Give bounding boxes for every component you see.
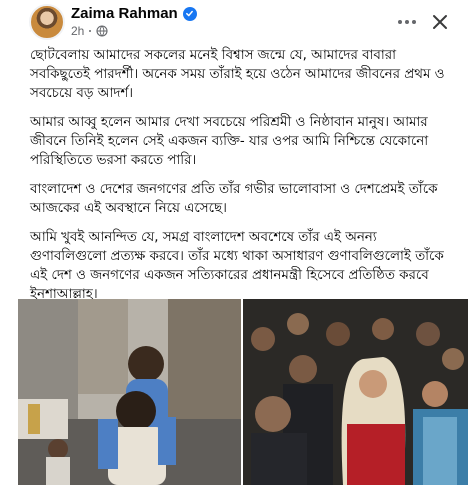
verified-badge-icon bbox=[182, 6, 197, 21]
post-photos bbox=[18, 299, 468, 485]
author-avatar[interactable] bbox=[29, 4, 65, 40]
author-row: Zaima Rahman bbox=[71, 5, 197, 22]
globe-icon bbox=[96, 25, 108, 37]
post-paragraph-4: আমি খুবই আনন্দিত যে, সমগ্র বাংলাদেশ অবশে… bbox=[30, 230, 444, 302]
post-time[interactable]: 2h bbox=[71, 24, 84, 38]
post-paragraph-1: ছোটবেলায় আমাদের সকলের মনেই বিশ্বাস জন্ম… bbox=[30, 48, 445, 101]
post-paragraph-2: আমার আব্বু হলেন আমার দেখা সবচেয়ে পরিশ্র… bbox=[30, 115, 429, 168]
separator-dot bbox=[89, 30, 92, 32]
photo-father-daughter[interactable] bbox=[18, 299, 241, 485]
post-meta: 2h bbox=[71, 24, 108, 38]
post-header: Zaima Rahman 2h bbox=[0, 0, 468, 44]
post-paragraph-3: বাংলাদেশ ও দেশের জনগণের প্রতি তাঁর গভীর … bbox=[30, 182, 438, 216]
more-options-icon[interactable] bbox=[392, 8, 422, 36]
photo-crowd[interactable] bbox=[243, 299, 468, 485]
author-name[interactable]: Zaima Rahman bbox=[71, 5, 178, 22]
close-icon[interactable] bbox=[426, 8, 454, 36]
post-body: ছোটবেলায় আমাদের সকলের মনেই বিশ্বাস জন্ম… bbox=[30, 46, 450, 314]
